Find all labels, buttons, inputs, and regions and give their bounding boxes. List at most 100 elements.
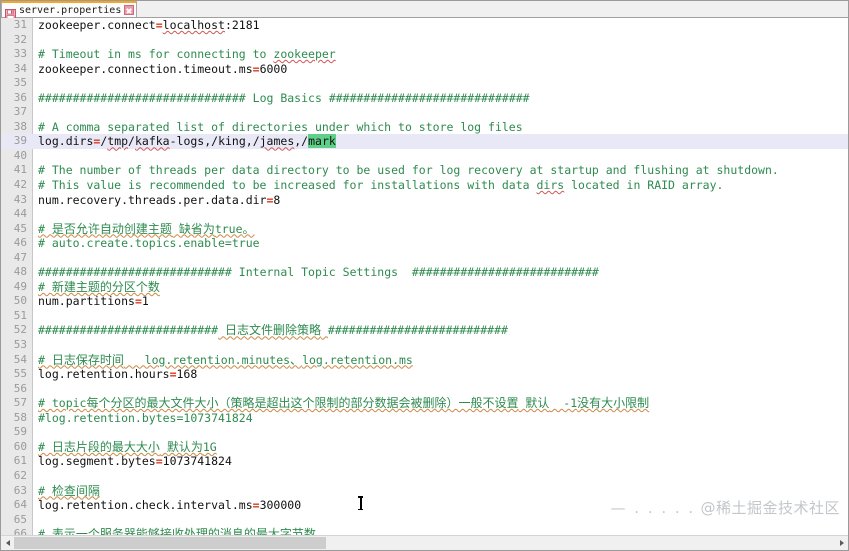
code-line[interactable]: 36 ############################## Log Bas… — [1, 91, 848, 106]
line-number: 41 — [13, 163, 27, 177]
code-line[interactable]: 60 # 日志片段的最大大小 默认为1G — [1, 440, 848, 455]
code-line[interactable]: 37 — [1, 105, 848, 120]
line-text: log.segment.bytes=1073741824 — [38, 454, 232, 469]
code-line[interactable]: 33 # Timeout in ms for connecting to zook… — [1, 47, 848, 62]
line-number: 59 — [13, 425, 27, 439]
watermark-prefix: — . . . . . — [610, 499, 696, 517]
line-number: 66 — [13, 527, 27, 535]
code-line[interactable]: 51 — [1, 309, 848, 324]
line-number: 58 — [13, 410, 27, 424]
scrollbar-track[interactable] — [14, 536, 835, 550]
code-line[interactable]: 43 num.recovery.threads.per.data.dir=8 — [1, 193, 848, 208]
line-number: 65 — [13, 512, 27, 526]
line-text: num.partitions=1 — [38, 294, 149, 309]
code-line[interactable]: 66 # 表示一个服务器能够接收处理的消息的最大字节数 — [1, 527, 848, 535]
line-number: 57 — [13, 396, 27, 410]
watermark-text: @稀土掘金技术社区 — [700, 499, 840, 517]
line-number: 45 — [13, 221, 27, 235]
code-line[interactable]: 34 zookeeper.connection.timeout.ms=6000 — [1, 62, 848, 77]
line-text: # A comma separated list of directories … — [38, 119, 523, 134]
code-line[interactable]: 31 zookeeper.connect=localhost:2181 — [1, 18, 848, 33]
line-number: 54 — [13, 352, 27, 366]
line-number: 55 — [13, 367, 27, 381]
line-number: 42 — [13, 178, 27, 192]
line-number: 56 — [13, 381, 27, 395]
line-text: log.retention.check.interval.ms=300000 — [38, 498, 302, 513]
floppy-disk-save-icon — [5, 5, 16, 20]
code-line[interactable]: 62 — [1, 469, 848, 484]
code-line[interactable]: 39 log.dirs=/tmp/kafka-logs,/king,/james,… — [1, 134, 848, 149]
line-number: 48 — [13, 265, 27, 279]
line-text: ########################## 日志文件删除策略 ####… — [38, 323, 508, 338]
line-text: ############################## Log Basic… — [38, 90, 530, 105]
line-text: # 日志片段的最大大小 默认为1G — [38, 439, 217, 454]
line-number: 64 — [13, 498, 27, 512]
code-line[interactable]: 40 — [1, 149, 848, 164]
line-text: # 日志保存时间 log.retention.minutes、log.reten… — [38, 352, 413, 367]
line-text: ############################ Internal To… — [38, 265, 599, 280]
line-text: zookeeper.connect=localhost:2181 — [38, 18, 260, 32]
selected-text: mark — [308, 134, 336, 149]
line-number: 61 — [13, 454, 27, 468]
line-number: 46 — [13, 236, 27, 250]
line-number: 53 — [13, 338, 27, 352]
line-text: log.retention.hours=168 — [38, 367, 198, 382]
line-number: 35 — [13, 76, 27, 90]
line-text: # This value is recommended to be increa… — [38, 178, 724, 193]
scroll-left-arrow-icon[interactable] — [1, 536, 14, 550]
line-text: # 是否允许自动创建主题 缺省为true。 — [38, 221, 255, 236]
editor-window: server.properties 31 zookeeper.connect=lo… — [0, 0, 849, 551]
code-line[interactable]: 58 #log.retention.bytes=1073741824 — [1, 411, 848, 426]
close-icon[interactable] — [124, 5, 135, 15]
line-text: # Timeout in ms for connecting to zookee… — [38, 47, 336, 62]
code-line[interactable]: 59 — [1, 425, 848, 440]
line-number: 38 — [13, 119, 27, 133]
line-text: # 新建主题的分区个数 — [38, 279, 160, 294]
line-number: 43 — [13, 192, 27, 206]
scrollbar-thumb[interactable] — [14, 537, 326, 549]
code-line[interactable]: 38 # A comma separated list of directorie… — [1, 120, 848, 135]
code-line[interactable]: 47 — [1, 251, 848, 266]
line-number: 34 — [13, 61, 27, 75]
line-number: 60 — [13, 439, 27, 453]
code-line[interactable]: 42 # This value is recommended to be incr… — [1, 178, 848, 193]
line-number: 33 — [13, 47, 27, 61]
tab-server-properties[interactable]: server.properties — [1, 1, 138, 20]
code-line[interactable]: 48 ############################ Internal … — [1, 265, 848, 280]
line-text: # 表示一个服务器能够接收处理的消息的最大字节数 — [38, 527, 316, 535]
line-number: 52 — [13, 323, 27, 337]
line-text: #log.retention.bytes=1073741824 — [38, 410, 253, 425]
line-text: log.dirs=/tmp/kafka-logs,/king,/james,/m… — [38, 134, 336, 149]
line-number: 44 — [13, 207, 27, 221]
code-line[interactable]: 63 # 检查间隔 — [1, 484, 848, 499]
code-line[interactable]: 55 log.retention.hours=168 — [1, 367, 848, 382]
line-number: 50 — [13, 294, 27, 308]
code-line[interactable]: 46 # auto.create.topics.enable=true — [1, 236, 848, 251]
code-line[interactable]: 56 — [1, 382, 848, 397]
line-text: # topic每个分区的最大文件大小（策略是超出这个限制的部分数据会被删除）一般… — [38, 396, 650, 411]
line-text: # 检查间隔 — [38, 483, 100, 498]
code-line[interactable]: 44 — [1, 207, 848, 222]
code-line[interactable]: 41 # The number of threads per data direc… — [1, 163, 848, 178]
line-text: # auto.create.topics.enable=true — [38, 236, 260, 251]
code-line[interactable]: 57 # topic每个分区的最大文件大小（策略是超出这个限制的部分数据会被删除）… — [1, 396, 848, 411]
scroll-right-arrow-icon[interactable] — [835, 536, 848, 550]
line-number: 39 — [13, 134, 27, 148]
line-number: 62 — [13, 468, 27, 482]
watermark: — . . . . . @稀土掘金技术社区 — [611, 497, 840, 518]
tab-label: server.properties — [19, 4, 122, 16]
code-content[interactable]: 31 zookeeper.connect=localhost:2181 32 33 # … — [1, 18, 848, 535]
code-line[interactable]: 49 # 新建主题的分区个数 — [1, 280, 848, 295]
code-line[interactable]: 45 # 是否允许自动创建主题 缺省为true。 — [1, 222, 848, 237]
code-line[interactable]: 50 num.partitions=1 — [1, 294, 848, 309]
code-line[interactable]: 32 — [1, 33, 848, 48]
code-line[interactable]: 61 log.segment.bytes=1073741824 — [1, 454, 848, 469]
line-number: 49 — [13, 279, 27, 293]
horizontal-scrollbar[interactable] — [1, 535, 848, 550]
code-line[interactable]: 54 # 日志保存时间 log.retention.minutes、log.ret… — [1, 353, 848, 368]
code-line[interactable]: 35 — [1, 76, 848, 91]
code-line[interactable]: 53 — [1, 338, 848, 353]
code-editor[interactable]: 31 zookeeper.connect=localhost:2181 32 33 # … — [1, 18, 848, 535]
line-number: 51 — [13, 308, 27, 322]
code-line[interactable]: 52 ########################## 日志文件删除策略 ##… — [1, 323, 848, 338]
